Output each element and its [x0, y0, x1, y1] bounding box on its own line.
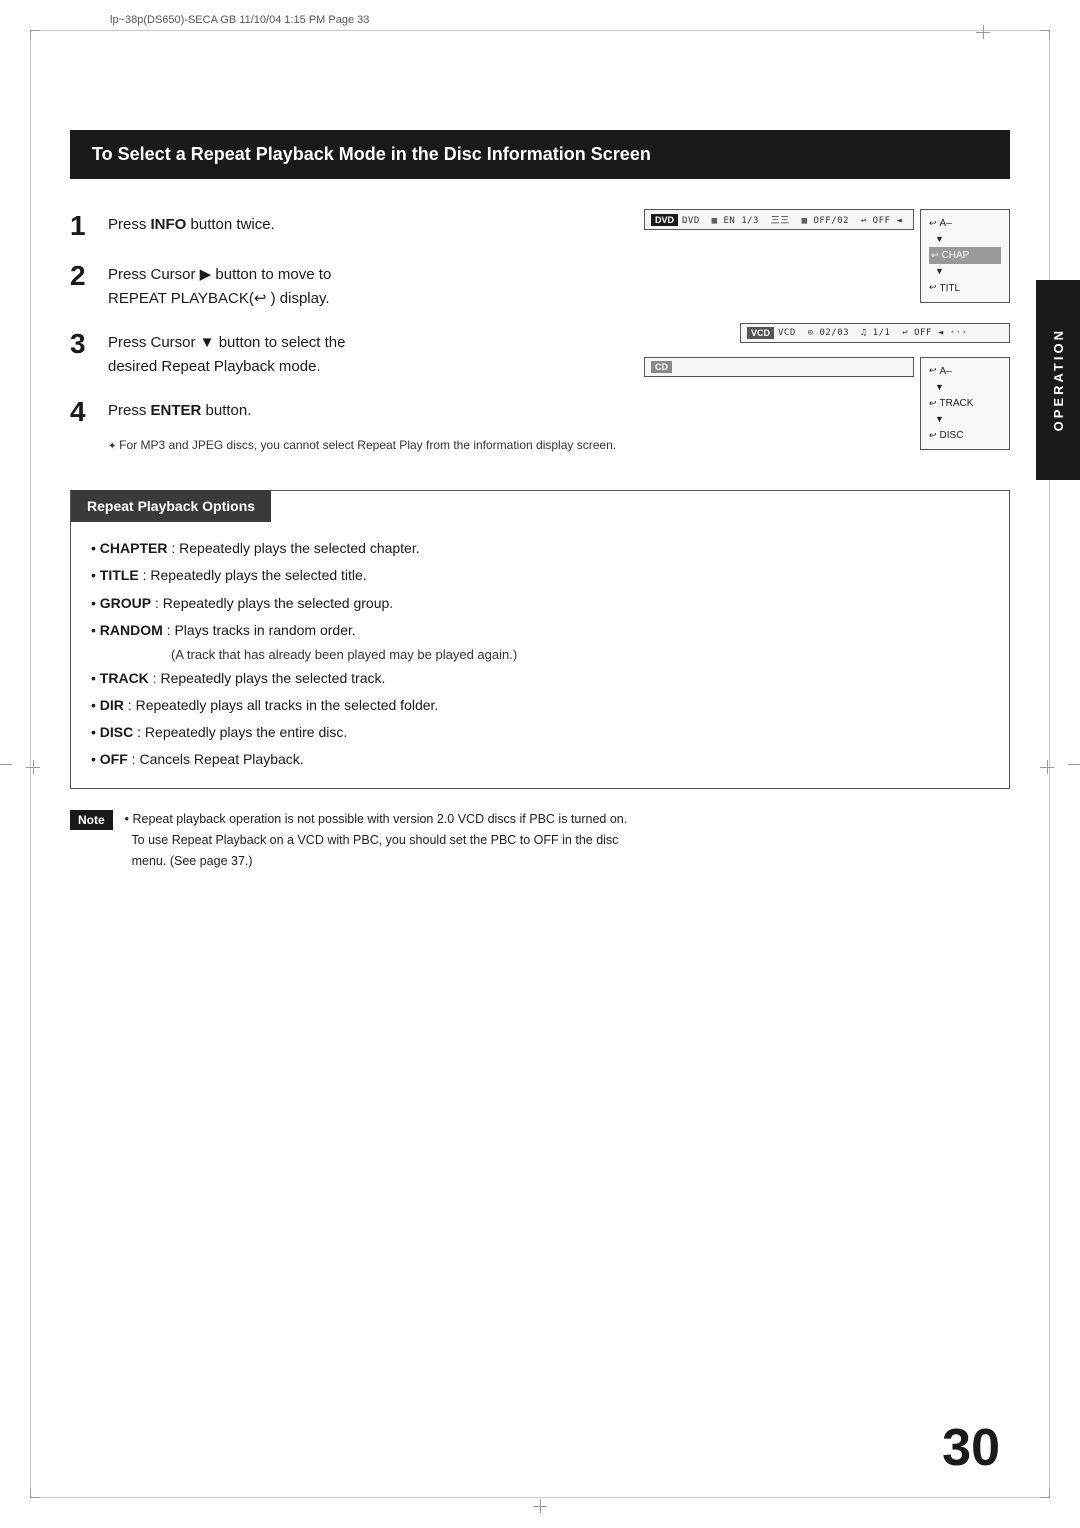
options-header: Repeat Playback Options [71, 490, 271, 522]
corner-mark-tr [1040, 30, 1050, 40]
note-box: Note • Repeat playback operation is not … [70, 809, 1010, 871]
header-meta: lp~38p(DS650)-SECA GB 11/10/04 1:15 PM P… [110, 14, 369, 26]
reg-mark-left [0, 764, 12, 765]
crosshair-right-margin [1040, 760, 1054, 774]
option-title: TITLE : Repeatedly plays the selected ti… [91, 563, 989, 588]
crosshair-left-margin [26, 760, 40, 774]
operation-tab: OPERATION [1036, 280, 1080, 480]
option-dir: DIR : Repeatedly plays all tracks in the… [91, 693, 989, 718]
page-title: To Select a Repeat Playback Mode in the … [70, 130, 1010, 179]
cd-section: CD ↩ A– ▼ ↩ TRACK ▼ ↩ DISC [644, 357, 1010, 451]
note-label: Note [70, 810, 113, 830]
step-4: 4 Press ENTER button. [70, 395, 700, 429]
option-random-sub: (A track that has already been played ma… [171, 645, 989, 666]
option-random: RANDOM : Plays tracks in random order. [91, 618, 989, 643]
footnote: For MP3 and JPEG discs, you cannot selec… [108, 436, 700, 454]
step-1: 1 Press INFO button twice. [70, 209, 700, 243]
option-off: OFF : Cancels Repeat Playback. [91, 747, 989, 772]
corner-mark-bl [30, 1488, 40, 1498]
steps-section: 1 Press INFO button twice. 2 Press Curso… [70, 209, 1010, 470]
steps-list: 1 Press INFO button twice. 2 Press Curso… [70, 209, 700, 470]
reg-mark-right [1068, 764, 1080, 765]
corner-mark-tl [30, 30, 40, 40]
option-disc: DISC : Repeatedly plays the entire disc. [91, 720, 989, 745]
option-group: GROUP : Repeatedly plays the selected gr… [91, 591, 989, 616]
corner-mark-br [1040, 1488, 1050, 1498]
cd-display: CD [644, 357, 914, 377]
cd-menu: ↩ A– ▼ ↩ TRACK ▼ ↩ DISC [920, 357, 1010, 451]
crosshair-bottom [533, 1499, 547, 1513]
repeat-options-box: Repeat Playback Options CHAPTER : Repeat… [70, 490, 1010, 789]
vcd-display: VCD VCD ⊙ 02/03 ♫ 1/1 ↩ OFF ◄ ··· [740, 323, 1010, 343]
page-number: 30 [942, 1418, 1000, 1478]
vcd-section: VCD VCD ⊙ 02/03 ♫ 1/1 ↩ OFF ◄ ··· [740, 323, 1010, 343]
step-2: 2 Press Cursor ▶ button to move toREPEAT… [70, 259, 700, 311]
dvd-display: DVD DVD ▦ EN 1/3 三三 ▦ OFF/02 ↩ OFF ◄ [644, 209, 914, 230]
option-track: TRACK : Repeatedly plays the selected tr… [91, 666, 989, 691]
main-content: OPERATION To Select a Repeat Playback Mo… [70, 80, 1010, 1468]
dvd-section: DVD DVD ▦ EN 1/3 三三 ▦ OFF/02 ↩ OFF ◄ ↩ A… [644, 209, 1010, 303]
step-3: 3 Press Cursor ▼ button to select thedes… [70, 327, 700, 379]
options-content: CHAPTER : Repeatedly plays the selected … [71, 522, 1009, 788]
crosshair-top-right [976, 25, 990, 39]
option-chapter: CHAPTER : Repeatedly plays the selected … [91, 536, 989, 561]
dvd-menu: ↩ A– ▼ ↩ CHAP ▼ ↩ TITL [920, 209, 1010, 303]
note-text: • Repeat playback operation is not possi… [125, 809, 628, 871]
display-panels: DVD DVD ▦ EN 1/3 三三 ▦ OFF/02 ↩ OFF ◄ ↩ A… [730, 209, 1010, 470]
